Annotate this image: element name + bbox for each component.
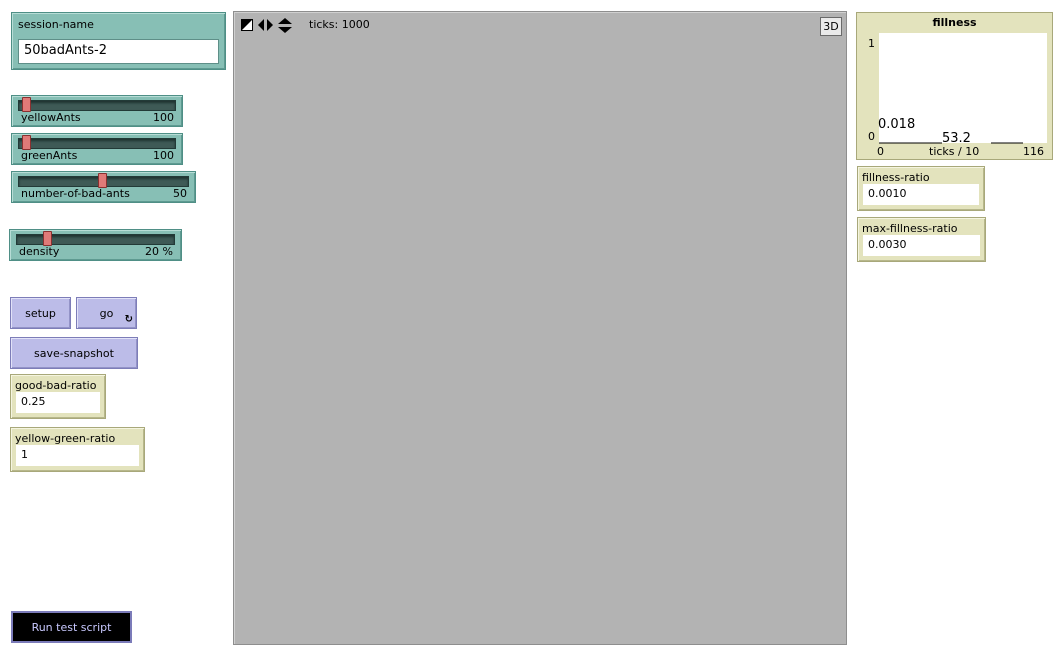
monitor-label: max-fillness-ratio xyxy=(862,222,958,235)
plot-x-max: 116 xyxy=(1023,145,1044,158)
monitor-value: 1 xyxy=(16,445,139,466)
monitor-label: yellow-green-ratio xyxy=(15,432,116,445)
session-name-field[interactable]: 50badAnts-2 xyxy=(18,39,219,64)
slider-thumb[interactable] xyxy=(43,231,52,246)
view-toggle-icon xyxy=(241,19,253,31)
slider-thumb[interactable] xyxy=(22,135,31,150)
ticks-counter: ticks: 1000 xyxy=(309,18,370,31)
fillness-plot: fillness 1 0 0.018 53.2 0 ticks / 10 116 xyxy=(856,12,1053,160)
number-of-bad-ants-slider[interactable]: number-of-bad-ants 50 xyxy=(11,171,196,203)
horizontal-arrows-icon xyxy=(258,19,273,31)
plot-baseline xyxy=(879,142,1023,144)
go-button-label: go xyxy=(99,306,114,320)
plot-x-label: ticks / 10 xyxy=(929,145,980,158)
run-test-script-button[interactable]: Run test script xyxy=(11,611,132,643)
save-snapshot-label: save-snapshot xyxy=(34,346,114,360)
plot-x-min: 0 xyxy=(877,145,884,158)
slider-label: density xyxy=(19,245,60,258)
view-controls-icons[interactable] xyxy=(240,18,294,34)
slider-value: 20 % xyxy=(145,245,173,258)
slider-track[interactable] xyxy=(18,138,176,149)
slider-label: yellowAnts xyxy=(21,111,81,124)
forever-loop-icon: ↻ xyxy=(124,314,133,325)
slider-value: 50 xyxy=(173,187,187,200)
vertical-arrows-icon xyxy=(278,18,292,33)
setup-button[interactable]: setup xyxy=(10,297,71,329)
slider-value: 100 xyxy=(153,111,174,124)
monitor-label: fillness-ratio xyxy=(862,171,930,184)
3d-view-button[interactable]: 3D xyxy=(820,17,842,36)
save-snapshot-button[interactable]: save-snapshot xyxy=(10,337,138,369)
good-bad-ratio-monitor: good-bad-ratio 0.25 xyxy=(10,374,106,419)
world-view[interactable]: ticks: 1000 3D xyxy=(233,11,847,645)
slider-track[interactable] xyxy=(16,234,175,245)
plot-y-max: 1 xyxy=(868,37,875,50)
session-name-label: session-name xyxy=(18,18,94,31)
run-test-script-label: Run test script xyxy=(31,620,112,634)
monitor-label: good-bad-ratio xyxy=(15,379,97,392)
slider-label: greenAnts xyxy=(21,149,78,162)
monitor-value: 0.0010 xyxy=(863,184,979,205)
monitor-value: 0.25 xyxy=(16,392,100,413)
3d-label: 3D xyxy=(823,20,839,33)
go-button[interactable]: go ↻ xyxy=(76,297,137,329)
plot-annotation-y: 0.018 xyxy=(878,117,916,132)
slider-track[interactable] xyxy=(18,100,176,111)
plot-y-min: 0 xyxy=(868,130,875,143)
session-name-input-widget: session-name 50badAnts-2 xyxy=(11,12,226,70)
density-slider[interactable]: density 20 % xyxy=(9,229,182,261)
plot-title: fillness xyxy=(932,16,977,29)
greenants-slider[interactable]: greenAnts 100 xyxy=(11,133,183,165)
slider-thumb[interactable] xyxy=(98,173,107,188)
slider-thumb[interactable] xyxy=(22,97,31,112)
fillness-ratio-monitor: fillness-ratio 0.0010 xyxy=(857,166,985,211)
yellowants-slider[interactable]: yellowAnts 100 xyxy=(11,95,183,127)
slider-value: 100 xyxy=(153,149,174,162)
setup-button-label: setup xyxy=(25,306,56,320)
max-fillness-ratio-monitor: max-fillness-ratio 0.0030 xyxy=(857,217,986,262)
monitor-value: 0.0030 xyxy=(863,235,980,256)
yellow-green-ratio-monitor: yellow-green-ratio 1 xyxy=(10,427,145,472)
slider-label: number-of-bad-ants xyxy=(21,187,130,200)
